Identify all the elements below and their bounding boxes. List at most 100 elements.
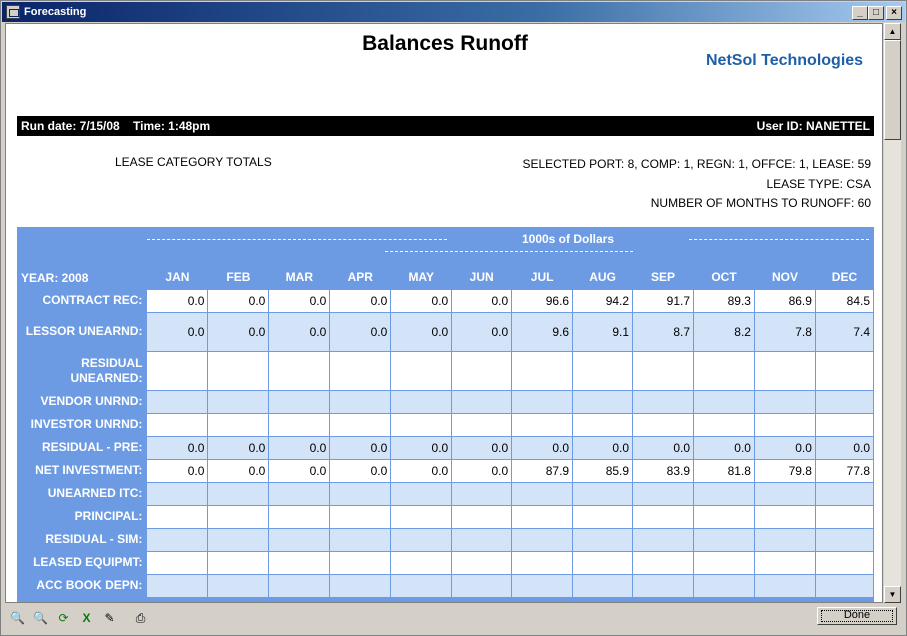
units-underline [385, 251, 633, 252]
user-id: User ID: NANETTEL [756, 119, 870, 133]
month-header: OCT [711, 270, 737, 285]
value-cell [511, 550, 574, 575]
lease-type-line: LEASE TYPE: CSA [766, 176, 872, 191]
value-cell: 0.0 [207, 311, 270, 352]
value-cell [329, 412, 392, 437]
value-cell [207, 573, 270, 598]
table-row: LEASED EQUIPMT: [17, 550, 875, 575]
value-cell [511, 412, 574, 437]
table-row: LESSOR UNEARND: 0.0 0.0 0.0 0.0 0.0 0.0 9.6 9.1 8… [17, 311, 875, 352]
done-button[interactable]: Done [817, 607, 897, 625]
value-cell [146, 573, 209, 598]
value-cell [329, 389, 392, 414]
zoom-out-icon[interactable]: 🔍 [8, 609, 27, 628]
value-cell [753, 481, 816, 506]
value-cell: 96.6 [511, 288, 574, 313]
value-cell: 84.5 [814, 288, 875, 313]
value-cell: 0.0 [268, 311, 331, 352]
close-button[interactable]: × [886, 6, 902, 20]
month-header: APR [347, 270, 373, 285]
month-header: NOV [771, 270, 798, 285]
value-cell: 0.0 [268, 458, 331, 483]
value-cell: 0.0 [511, 435, 574, 460]
month-header: MAR [285, 270, 313, 285]
value-cell [268, 481, 331, 506]
value-cell: 0.0 [329, 311, 392, 352]
value-cell [693, 412, 755, 437]
table-row: RESIDUAL - SIM: [17, 527, 875, 552]
value-cell [693, 573, 755, 598]
value-cell [451, 504, 513, 529]
value-cell [146, 504, 209, 529]
value-cell: 0.0 [268, 288, 331, 313]
title-bar[interactable]: Forecasting _ □ × [2, 2, 905, 22]
units-banner: 1000s of Dollars [147, 232, 869, 246]
forecasting-window: Forecasting _ □ × Balances Runoff NetSol… [0, 0, 907, 636]
vertical-scrollbar[interactable]: ▲ ▼ [884, 23, 901, 603]
value-cell [207, 412, 270, 437]
bottom-toolbar: 🔍 🔍 ⟳ X ✎ ⎙ Done [2, 604, 905, 634]
value-cell: 94.2 [572, 288, 634, 313]
scroll-thumb[interactable] [884, 40, 901, 140]
value-cell: 77.8 [814, 458, 875, 483]
value-cell [390, 389, 453, 414]
value-cell [207, 504, 270, 529]
value-cell [146, 550, 209, 575]
scroll-up-button[interactable]: ▲ [884, 23, 901, 40]
table-row: UNEARNED ITC: [17, 481, 875, 506]
value-cell [814, 573, 875, 598]
value-cell: 81.8 [693, 458, 755, 483]
value-cell [390, 550, 453, 575]
runoff-grid: 1000s of Dollars YEAR: 2008 JAN FEB MAR APR… [17, 227, 875, 602]
value-cell: 0.0 [329, 288, 392, 313]
excel-export-icon[interactable]: X [77, 609, 96, 628]
value-cell [146, 389, 209, 414]
year-label: YEAR: 2008 [21, 270, 89, 285]
value-cell: 0.0 [146, 311, 209, 352]
value-cell [572, 504, 634, 529]
row-label: RESIDUAL - SIM: [45, 532, 143, 546]
value-cell: 0.0 [451, 458, 513, 483]
units-label: 1000s of Dollars [521, 232, 615, 246]
value-cell [814, 527, 875, 552]
value-cell: 85.9 [572, 458, 634, 483]
value-cell [451, 389, 513, 414]
maximize-button[interactable]: □ [868, 6, 884, 20]
table-row: CONTRACT REC: 0.0 0.0 0.0 0.0 0.0 0.0 96.6 94.2 9… [17, 288, 875, 313]
value-cell: 9.6 [511, 311, 574, 352]
value-cell: 0.0 [693, 435, 755, 460]
scroll-down-button[interactable]: ▼ [884, 586, 901, 603]
report-viewport: Balances Runoff NetSol Technologies Run … [5, 23, 883, 603]
value-cell: 8.2 [693, 311, 755, 352]
value-cell [814, 350, 875, 391]
value-cell [146, 412, 209, 437]
value-cell: 7.8 [753, 311, 816, 352]
value-cell: 0.0 [390, 311, 453, 352]
value-cell [632, 350, 695, 391]
value-cell: 0.0 [632, 435, 695, 460]
value-cell [753, 350, 816, 391]
value-cell [329, 504, 392, 529]
value-cell: 0.0 [146, 435, 209, 460]
minimize-button[interactable]: _ [852, 6, 868, 20]
zoom-in-icon[interactable]: 🔍 [31, 609, 50, 628]
refresh-icon[interactable]: ⟳ [54, 609, 73, 628]
value-cell [511, 573, 574, 598]
value-cell: 0.0 [753, 435, 816, 460]
value-cell [207, 481, 270, 506]
table-row: ACC BOOK DEPN: [17, 573, 875, 598]
value-cell [753, 573, 816, 598]
value-cell [814, 412, 875, 437]
table-row: RESIDUAL UNEARNED: [17, 350, 875, 391]
value-cell [511, 527, 574, 552]
value-cell [207, 389, 270, 414]
pdf-export-icon[interactable]: ✎ [100, 609, 119, 628]
print-icon[interactable]: ⎙ [131, 609, 150, 628]
value-cell [268, 527, 331, 552]
row-label: NET INVESTMENT: [35, 463, 143, 477]
lease-category-heading: LEASE CATEGORY TOTALS [115, 155, 272, 169]
value-cell: 0.0 [451, 311, 513, 352]
value-cell: 0.0 [146, 288, 209, 313]
value-cell [390, 412, 453, 437]
value-cell: 7.4 [814, 311, 875, 352]
